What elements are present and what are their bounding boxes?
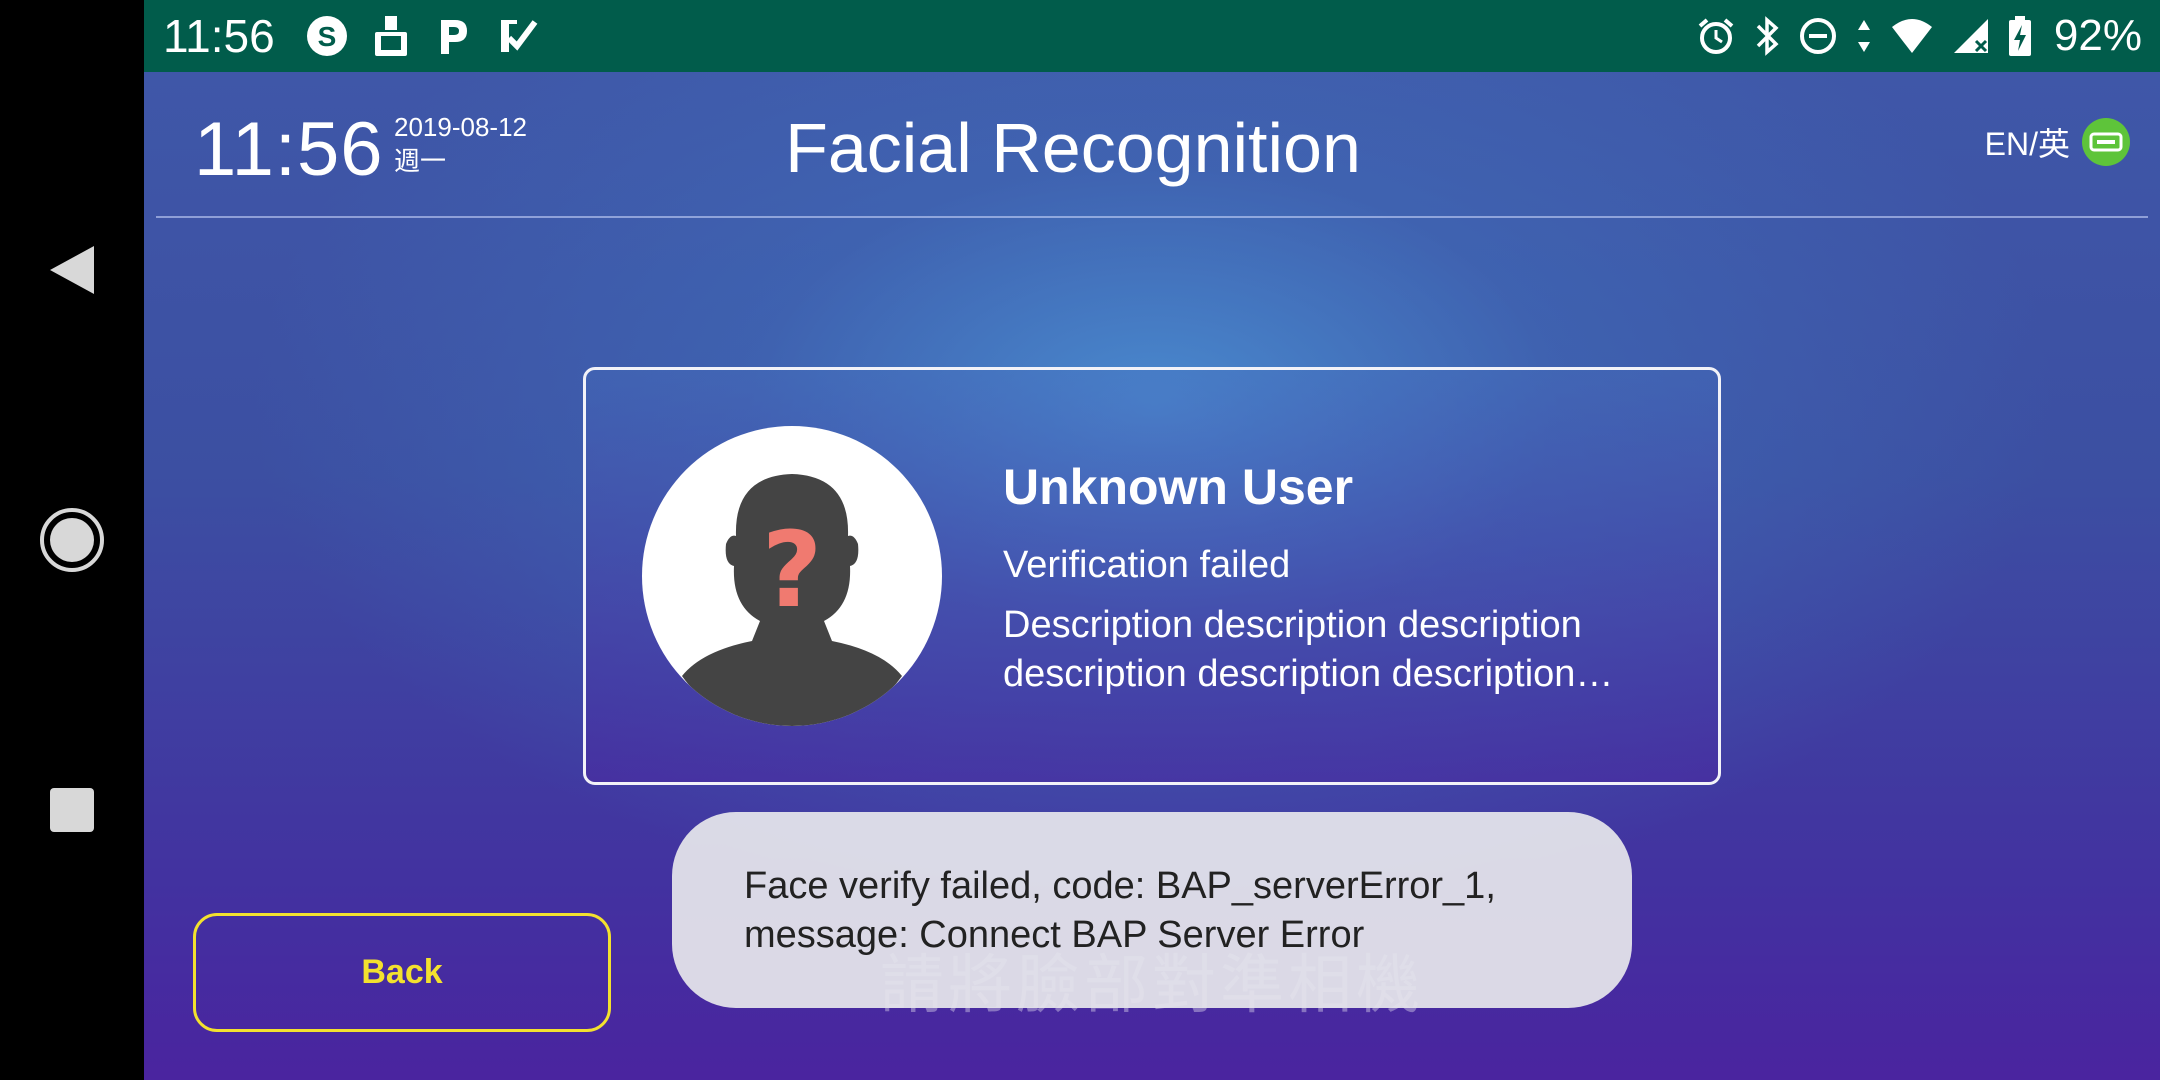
page-title: Facial Recognition	[785, 109, 1361, 187]
home-circle-icon	[40, 508, 104, 572]
error-toast: Face verify failed, code: BAP_serverErro…	[672, 812, 1632, 1008]
back-triangle-icon	[50, 246, 94, 294]
unknown-person-icon: ?	[682, 474, 902, 726]
verification-description: Description description description desc…	[1003, 604, 1582, 695]
app-window: 11:56 S 92% 11:56 2019-08-12 週一 Facial R…	[144, 0, 2160, 1080]
toast-line-1: Face verify failed, code: BAP_serverErro…	[744, 865, 1496, 907]
recents-square-icon	[50, 788, 94, 832]
nav-home-button[interactable]	[0, 498, 144, 582]
alarm-icon	[1696, 16, 1736, 56]
battery-percent: 92%	[2053, 11, 2142, 60]
svg-text:S: S	[317, 21, 336, 52]
bluetooth-icon	[1754, 16, 1780, 56]
user-name: Unknown User	[1003, 459, 1354, 515]
language-toggle-icon[interactable]	[2082, 118, 2130, 166]
language-switch[interactable]: EN/英	[1985, 118, 2130, 166]
unknown-user-avatar: ?	[642, 426, 942, 726]
main-screen: 11:56 2019-08-12 週一 Facial Recognition E…	[144, 72, 2160, 1080]
card-text-block: Unknown User Verification failed Descrip…	[1003, 458, 1693, 699]
language-label: EN/英	[1984, 126, 2070, 162]
status-bar: 11:56 S 92%	[144, 0, 2160, 72]
data-arrows-icon	[1856, 16, 1872, 56]
dnd-icon	[1798, 16, 1838, 56]
toast-line-2: message: Connect BAP Server Error	[744, 914, 1365, 956]
signal-icon	[1952, 17, 1990, 55]
navigation-bar	[0, 0, 144, 1080]
verification-result-card: ? Unknown User Verification failed Descr…	[583, 367, 1721, 785]
status-bar-time: 11:56	[163, 10, 275, 62]
notification-icons: S	[305, 14, 539, 58]
nav-back-button[interactable]	[0, 230, 144, 310]
verification-status: Verification failed	[1003, 544, 1291, 586]
battery-charging-icon	[2008, 15, 2032, 57]
s-circle-icon: S	[305, 14, 349, 58]
header-divider	[156, 216, 2148, 218]
nav-recents-button[interactable]	[0, 768, 144, 852]
question-mark: ?	[762, 509, 822, 631]
wifi-icon	[1890, 17, 1934, 55]
system-icons: 92%	[1696, 0, 2142, 72]
cleaner-icon	[371, 14, 411, 58]
p-app-icon	[433, 14, 473, 58]
checklist-icon	[495, 14, 539, 58]
